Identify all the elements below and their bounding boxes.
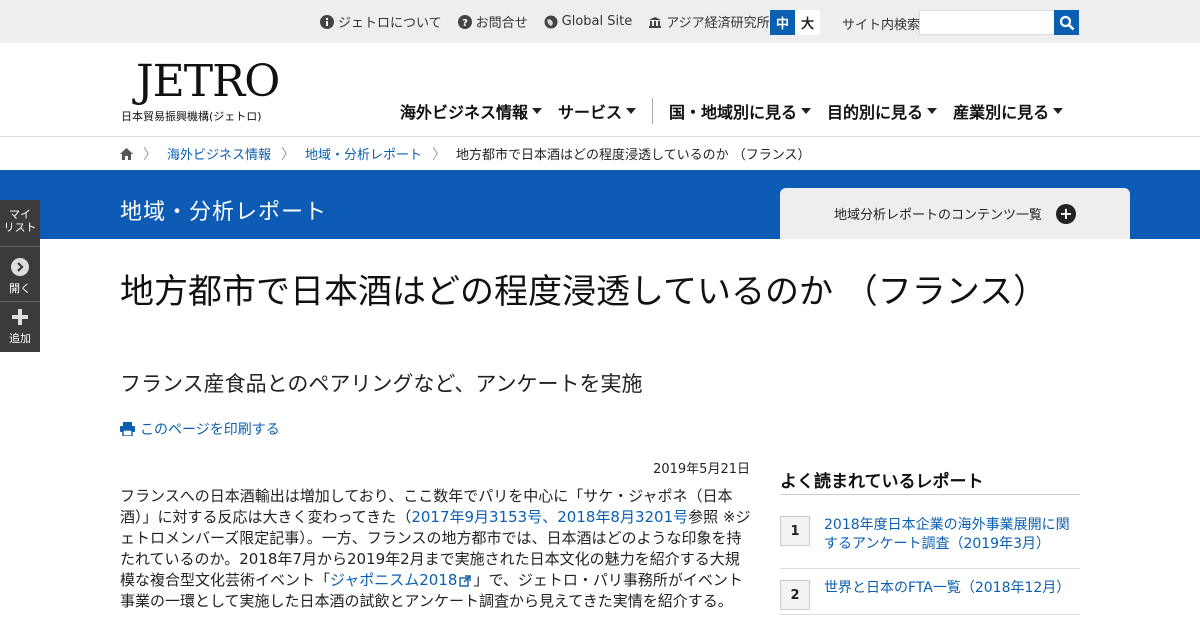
- ranking-item[interactable]: 2 世界と日本のFTA一覧（2018年12月）: [780, 580, 1080, 610]
- page-subtitle: フランス産食品とのペアリングなど、アンケートを実施: [120, 372, 643, 396]
- breadcrumb-separator: 〉: [281, 146, 296, 163]
- print-page-link[interactable]: このページを印刷する: [120, 419, 280, 439]
- contents-list-toggle[interactable]: 地域分析レポートのコンテンツ一覧 +: [780, 188, 1130, 239]
- nav-by-purpose[interactable]: 目的別に見る: [827, 99, 938, 123]
- breadcrumb-separator: 〉: [143, 146, 157, 163]
- mylist-label-line1: マイ: [9, 208, 31, 221]
- ranking-item[interactable]: 1 2018年度日本企業の海外事業展開に関するアンケート調査（2019年3月）: [780, 516, 1080, 554]
- utility-links: ジェトロについて ? お問合せ Global Site アジア経済研究所: [320, 0, 804, 43]
- chevron-right-circle-icon: [11, 258, 29, 276]
- section-band: 地域・分析レポート 地域分析レポートのコンテンツ一覧 +: [0, 170, 1200, 239]
- side-divider: [0, 246, 40, 247]
- caret-down-icon: [532, 108, 543, 114]
- add-button[interactable]: 追加: [0, 308, 40, 345]
- ranking-link[interactable]: 世界と日本のFTA一覧（2018年12月）: [824, 579, 1070, 610]
- contact-label: お問合せ: [475, 16, 528, 31]
- ranking-link[interactable]: 2018年度日本企業の海外事業展開に関するアンケート調査（2019年3月）: [824, 516, 1080, 554]
- nav-services[interactable]: サービス: [558, 99, 637, 123]
- article-body: フランスへの日本酒輸出は増加しており、ここ数年でパリを中心に「サケ・ジャポネ（日…: [120, 486, 752, 612]
- section-title: 地域・分析レポート: [120, 200, 328, 225]
- mylist-button[interactable]: マイ リスト: [0, 208, 40, 234]
- ranking-divider: [780, 494, 1080, 495]
- ranking-separator: [780, 614, 1080, 615]
- svg-text:?: ?: [462, 18, 468, 29]
- breadcrumb: 〉 海外ビジネス情報 〉 地域・分析レポート 〉 地方都市で日本酒はどの程度浸透…: [0, 136, 1200, 170]
- global-nav: 海外ビジネス情報 サービス 国・地域別に見る 目的別に見る 産業別に見る: [400, 96, 1079, 126]
- open-button[interactable]: 開く: [0, 258, 40, 295]
- info-icon: [320, 14, 334, 29]
- nav-overseas-business[interactable]: 海外ビジネス情報: [400, 99, 543, 123]
- jetro-logo-subtitle: 日本貿易振興機構(ジェトロ): [121, 110, 262, 123]
- breadcrumb-current: 地方都市で日本酒はどの程度浸透しているのか （フランス）: [456, 148, 811, 163]
- nav-by-industry[interactable]: 産業別に見る: [953, 99, 1064, 123]
- nav-by-industry-label: 産業別に見る: [953, 103, 1050, 122]
- add-label: 追加: [9, 332, 31, 345]
- site-search-input[interactable]: [919, 10, 1055, 35]
- help-icon: ?: [457, 14, 472, 29]
- global-site-link[interactable]: Global Site: [544, 14, 633, 29]
- nav-by-purpose-label: 目的別に見る: [827, 103, 924, 122]
- globe-icon: [544, 15, 558, 28]
- contents-list-label: 地域分析レポートのコンテンツ一覧: [833, 208, 1042, 223]
- external-link-icon: [459, 574, 472, 587]
- article-link-2018[interactable]: 2018年8月3201号: [557, 508, 688, 526]
- font-size-medium-button[interactable]: 中: [770, 10, 795, 35]
- utility-bar: ジェトロについて ? お問合せ Global Site アジア経済研究所 中 大…: [0, 0, 1200, 43]
- font-size-large-button[interactable]: 大: [795, 10, 820, 35]
- contact-link[interactable]: ? お問合せ: [457, 12, 528, 31]
- open-label: 開く: [9, 282, 31, 295]
- body-separator: 、: [542, 508, 558, 526]
- about-jetro-link[interactable]: ジェトロについて: [320, 12, 442, 31]
- caret-down-icon: [1053, 108, 1064, 114]
- home-icon[interactable]: [120, 147, 133, 160]
- global-site-label: Global Site: [561, 14, 633, 29]
- about-jetro-label: ジェトロについて: [338, 16, 442, 31]
- nav-by-region-label: 国・地域別に見る: [669, 103, 798, 122]
- printer-icon: [120, 422, 135, 436]
- ranking-title: よく読まれているレポート: [780, 472, 984, 492]
- site-search-label: サイト内検索: [842, 18, 921, 33]
- caret-down-icon: [801, 108, 812, 114]
- ide-jetro-label: アジア経済研究所: [666, 16, 770, 31]
- japonismes-link[interactable]: ジャポニスム2018: [330, 571, 457, 589]
- page-title: 地方都市で日本酒はどの程度浸透しているのか （フランス）: [120, 272, 1048, 312]
- nav-overseas-business-label: 海外ビジネス情報: [400, 103, 529, 122]
- print-page-label: このページを印刷する: [140, 422, 280, 438]
- search-icon: [1059, 15, 1074, 30]
- side-tools: マイ リスト 開く 追加: [0, 200, 40, 352]
- ide-jetro-link[interactable]: アジア経済研究所: [648, 12, 787, 31]
- nav-by-region[interactable]: 国・地域別に見る: [669, 99, 812, 123]
- site-search-button[interactable]: [1054, 10, 1079, 35]
- caret-down-icon: [626, 108, 637, 114]
- nav-divider: [652, 98, 654, 124]
- side-divider: [0, 301, 40, 302]
- ranking-separator: [780, 568, 1080, 569]
- publish-date: 2019年5月21日: [653, 462, 750, 477]
- ranking-number: 2: [780, 580, 810, 610]
- plus-circle-icon: +: [1056, 203, 1076, 224]
- caret-down-icon: [927, 108, 938, 114]
- jetro-logo[interactable]: JETRO: [136, 56, 280, 107]
- article-link-2017[interactable]: 2017年9月3153号: [411, 508, 542, 526]
- nav-services-label: サービス: [558, 103, 623, 122]
- breadcrumb-regional-reports[interactable]: 地域・分析レポート: [305, 144, 422, 163]
- building-icon: [649, 16, 662, 28]
- ranking-number: 1: [780, 516, 810, 546]
- font-size-switcher: 中 大: [770, 10, 820, 35]
- plus-icon: [12, 309, 28, 325]
- mylist-label-line2: リスト: [3, 221, 37, 234]
- breadcrumb-separator: 〉: [432, 146, 447, 163]
- breadcrumb-overseas-business[interactable]: 海外ビジネス情報: [167, 144, 271, 163]
